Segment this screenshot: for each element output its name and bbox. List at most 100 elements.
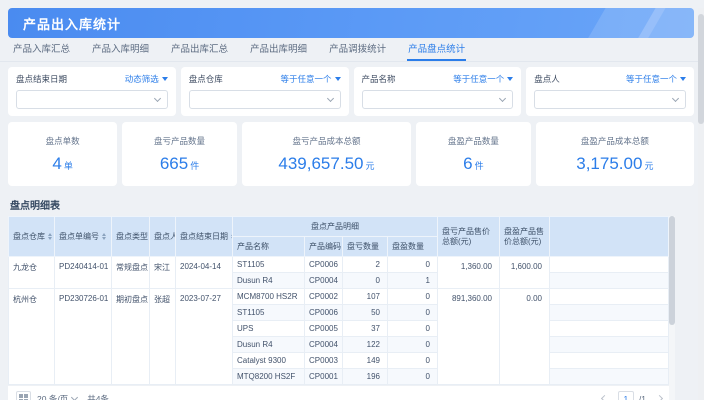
- table-row: 杭州仓 PD230726-01 期初盘点 张超 2023-07-27 MCM87…: [9, 289, 669, 305]
- filler-cell: [550, 305, 669, 321]
- col-header-end-date[interactable]: 盘点结束日期: [176, 217, 233, 257]
- filter-operator-link[interactable]: 等于任意一个: [453, 73, 513, 85]
- loss-qty-cell: 122: [343, 337, 388, 353]
- stat-card-loss-cost: 盘亏产品成本总额 439,657.50元: [242, 122, 411, 186]
- current-page-button[interactable]: 1: [618, 391, 634, 400]
- filter-operator-link[interactable]: 等于任意一个: [626, 73, 686, 85]
- table-settings-button[interactable]: [16, 391, 31, 400]
- filler-cell: [550, 353, 669, 369]
- gain-total-cell: 0.00: [500, 289, 550, 385]
- tab-outbound-detail[interactable]: 产品出库明细: [249, 41, 308, 61]
- filter-label: 盘点人: [534, 73, 560, 85]
- filter-label: 盘点仓库: [189, 73, 223, 85]
- product-name-cell: UPS: [233, 321, 305, 337]
- product-code-cell: CP0004: [305, 273, 343, 289]
- tab-inbound-detail[interactable]: 产品入库明细: [91, 41, 150, 61]
- tab-outbound-summary[interactable]: 产品出库汇总: [170, 41, 229, 61]
- caret-down-icon: [680, 77, 686, 81]
- filter-operator-link[interactable]: 等于任意一个: [280, 73, 340, 85]
- loss-total-cell: 891,360.00: [438, 289, 500, 385]
- product-name-cell: ST1105: [233, 257, 305, 273]
- person-cell: 宋江: [150, 257, 176, 289]
- filler-cell: [550, 321, 669, 337]
- product-code-cell: CP0002: [305, 289, 343, 305]
- chevron-down-icon: [326, 95, 333, 102]
- stat-card-order-count: 盘点单数 4单: [8, 122, 117, 186]
- person-select[interactable]: [534, 90, 686, 109]
- warehouse-select[interactable]: [189, 90, 341, 109]
- product-name-cell: ST1105: [233, 305, 305, 321]
- product-code-cell: CP0004: [305, 337, 343, 353]
- filler-cell: [550, 337, 669, 353]
- col-group-header-products: 盘点产品明细: [233, 217, 438, 237]
- page-title: 产品出入库统计: [23, 14, 121, 33]
- end-date-cell: 2024-04-14: [176, 257, 233, 289]
- person-cell: 张超: [150, 289, 176, 385]
- product-name-cell: Dusun R4: [233, 273, 305, 289]
- loss-qty-cell: 107: [343, 289, 388, 305]
- tab-transfer-stats[interactable]: 产品调拨统计: [328, 41, 387, 61]
- table-scrollbar[interactable]: [669, 216, 675, 400]
- col-header-type[interactable]: 盘点类型: [112, 217, 150, 257]
- page-scrollbar-thumb[interactable]: [698, 14, 704, 124]
- chevron-left-icon: [601, 395, 608, 400]
- page-size-select[interactable]: 20 条/页: [37, 393, 77, 400]
- total-count-label: 共4条: [87, 393, 109, 400]
- table-row: 九龙仓 PD240414-01 常规盘点 宋江 2024-04-14 ST110…: [9, 257, 669, 273]
- section-title: 盘点明细表: [0, 192, 704, 216]
- tab-stocktake-stats[interactable]: 产品盘点统计: [407, 41, 466, 61]
- gain-qty-cell: 0: [388, 337, 438, 353]
- prev-page-button[interactable]: [597, 391, 613, 400]
- end-date-select[interactable]: [16, 90, 168, 109]
- product-name-select[interactable]: [362, 90, 514, 109]
- filler-cell: [550, 289, 669, 305]
- col-header-loss-qty[interactable]: 盘亏数量: [343, 237, 388, 257]
- caret-down-icon: [162, 77, 168, 81]
- col-header-warehouse[interactable]: 盘点仓库: [9, 217, 55, 257]
- col-header-gain-qty[interactable]: 盘盈数量: [388, 237, 438, 257]
- filter-operator-link[interactable]: 动态筛选: [125, 73, 168, 85]
- chevron-down-icon: [154, 95, 161, 102]
- table-scrollbar-thumb[interactable]: [669, 216, 675, 325]
- gain-qty-cell: 0: [388, 369, 438, 385]
- col-header-person[interactable]: 盘点人: [150, 217, 176, 257]
- col-header-gain-total[interactable]: 盘盈产品售价总额(元): [500, 217, 550, 257]
- product-name-cell: Catalyst 9300: [233, 353, 305, 369]
- gain-qty-cell: 0: [388, 257, 438, 273]
- loss-qty-cell: 50: [343, 305, 388, 321]
- product-code-cell: CP0003: [305, 353, 343, 369]
- col-header-order-no[interactable]: 盘点单编号: [55, 217, 112, 257]
- next-page-button[interactable]: [651, 391, 667, 400]
- col-header-product-code[interactable]: 产品编码: [305, 237, 343, 257]
- stats-row: 盘点单数 4单 盘亏产品数量 665件 盘亏产品成本总额 439,657.50元…: [0, 120, 704, 192]
- product-code-cell: CP0006: [305, 305, 343, 321]
- chevron-right-icon: [655, 395, 662, 400]
- stat-card-loss-qty: 盘亏产品数量 665件: [122, 122, 237, 186]
- tab-inbound-summary[interactable]: 产品入库汇总: [12, 41, 71, 61]
- pagination-bar: 20 条/页 共4条 1 /1: [8, 385, 675, 400]
- page-scrollbar[interactable]: [698, 8, 704, 400]
- filler-cell: [550, 369, 669, 385]
- filler-cell: [550, 257, 669, 273]
- warehouse-cell: 杭州仓: [9, 289, 55, 385]
- gain-qty-cell: 0: [388, 353, 438, 369]
- order-no-cell: PD230726-01: [55, 289, 112, 385]
- gain-qty-cell: 0: [388, 305, 438, 321]
- stat-card-gain-cost: 盘盈产品成本总额 3,175.00元: [536, 122, 694, 186]
- loss-qty-cell: 0: [343, 273, 388, 289]
- tab-bar: 产品入库汇总 产品入库明细 产品出库汇总 产品出库明细 产品调拨统计 产品盘点统…: [0, 38, 704, 62]
- type-cell: 常规盘点: [112, 257, 150, 289]
- end-date-cell: 2023-07-27: [176, 289, 233, 385]
- pager-controls: 1 /1: [597, 391, 667, 400]
- type-cell: 期初盘点: [112, 289, 150, 385]
- warehouse-cell: 九龙仓: [9, 257, 55, 289]
- col-header-product-name[interactable]: 产品名称: [233, 237, 305, 257]
- product-name-cell: MTQ8200 HS2F: [233, 369, 305, 385]
- loss-qty-cell: 2: [343, 257, 388, 273]
- order-no-cell: PD240414-01: [55, 257, 112, 289]
- gain-qty-cell: 0: [388, 289, 438, 305]
- page-total-label: /1: [639, 394, 646, 400]
- product-name-cell: MCM8700 HS2R: [233, 289, 305, 305]
- col-header-loss-total[interactable]: 盘亏产品售价总额(元): [438, 217, 500, 257]
- product-name-cell: Dusun R4: [233, 337, 305, 353]
